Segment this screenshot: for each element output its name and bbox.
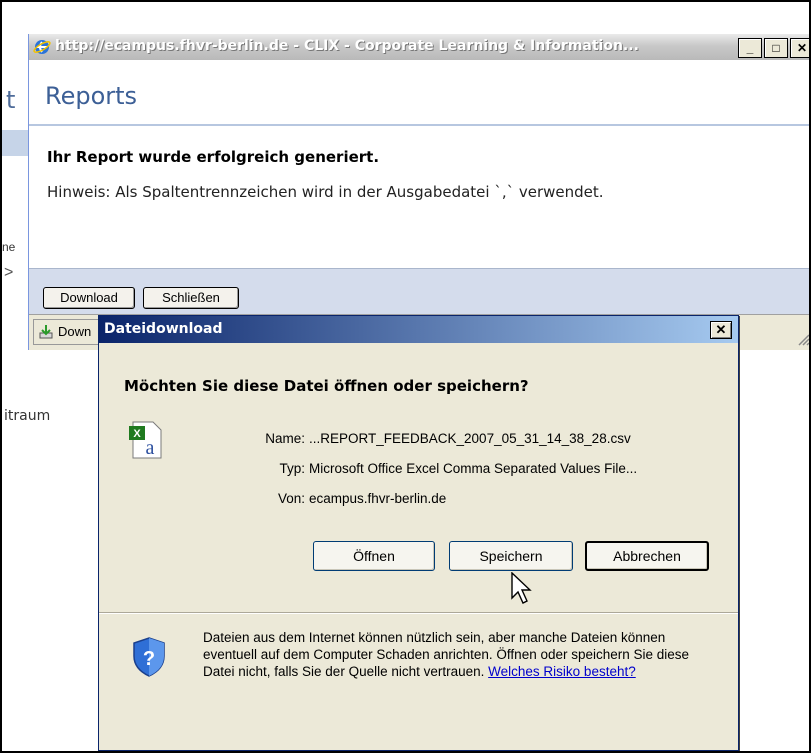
security-shield-icon: ? <box>133 637 165 677</box>
reports-page: Reports Ihr Report wurde erfolgreich gen… <box>29 60 809 268</box>
background-text-fragment: ne <box>2 240 16 254</box>
download-icon <box>39 325 53 339</box>
svg-text:?: ? <box>143 648 155 670</box>
separator-note: Hinweis: Als Spaltentrennzeichen wird in… <box>47 183 604 201</box>
file-type-label: Typ: <box>279 461 305 476</box>
minimize-button[interactable]: _ <box>738 38 762 58</box>
security-warning: Dateien aus dem Internet können nützlich… <box>203 629 713 680</box>
internet-explorer-icon <box>33 40 51 54</box>
save-button[interactable]: Speichern <box>449 541 573 571</box>
background-page <box>2 30 30 350</box>
file-name-label: Name: <box>265 431 305 446</box>
status-download-label: Down <box>58 324 92 339</box>
browser-title: http://ecampus.fhvr-berlin.de - CLIX - C… <box>55 38 639 54</box>
screenshot-frame: t ne > itraum http://ecampus.fhvr-berlin… <box>0 0 811 753</box>
background-text-fragment-2: itraum <box>4 408 51 424</box>
dialog-titlebar[interactable]: Dateidownload ✕ <box>99 316 738 343</box>
maximize-button[interactable]: □ <box>764 38 788 58</box>
success-message: Ihr Report wurde erfolgreich generiert. <box>47 148 380 166</box>
risk-info-link[interactable]: Welches Risiko besteht? <box>488 664 636 679</box>
background-arrow[interactable]: > <box>4 264 13 282</box>
file-source-label: Von: <box>277 491 305 506</box>
close-button[interactable]: Schließen <box>143 287 239 309</box>
file-name-value: ...REPORT_FEEDBACK_2007_05_31_14_38_28.c… <box>309 431 631 446</box>
file-source-value: ecampus.fhvr-berlin.de <box>309 491 447 506</box>
file-download-dialog: Dateidownload ✕ Möchten Sie diese Datei … <box>98 315 739 751</box>
window-controls: _ □ ✕ <box>738 38 809 58</box>
file-type-value: Microsoft Office Excel Comma Separated V… <box>309 461 638 476</box>
title-divider <box>29 124 809 126</box>
dialog-divider <box>99 612 738 614</box>
background-heading-fragment: t <box>6 86 16 114</box>
cancel-button[interactable]: Abbrechen <box>585 541 709 571</box>
resize-grip-icon[interactable] <box>796 332 810 346</box>
browser-popup-window: http://ecampus.fhvr-berlin.de - CLIX - C… <box>28 34 810 350</box>
mouse-pointer-icon <box>511 572 532 604</box>
dialog-close-button[interactable]: ✕ <box>710 321 732 339</box>
open-button[interactable]: Öffnen <box>313 541 435 571</box>
download-button[interactable]: Download <box>43 287 135 309</box>
page-title: Reports <box>45 82 138 110</box>
close-window-button[interactable]: ✕ <box>790 38 809 58</box>
dialog-question: Möchten Sie diese Datei öffnen oder spei… <box>124 377 529 395</box>
browser-titlebar[interactable]: http://ecampus.fhvr-berlin.de - CLIX - C… <box>29 34 809 60</box>
dialog-title: Dateidownload <box>104 321 223 337</box>
background-band <box>2 130 30 156</box>
button-bar: Download Schließen <box>29 268 809 314</box>
